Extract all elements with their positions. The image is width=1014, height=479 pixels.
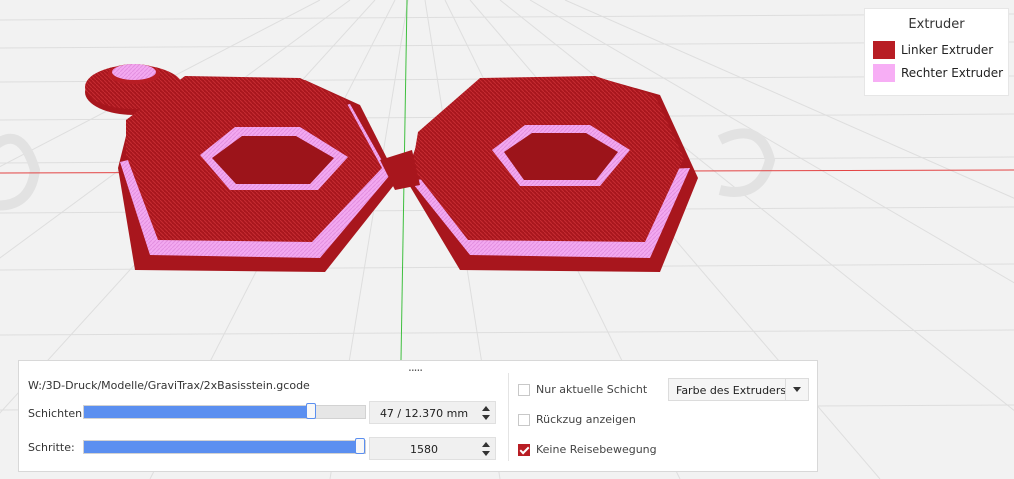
- layers-slider[interactable]: [83, 403, 366, 419]
- right-extruder-swatch: [873, 64, 895, 82]
- extruder-legend: Extruder Linker Extruder Rechter Extrude…: [864, 8, 1009, 96]
- show-retraction-label[interactable]: Rückzug anzeigen: [536, 413, 636, 426]
- dropdown-arrow-icon[interactable]: [785, 379, 808, 400]
- steps-value[interactable]: 1580: [370, 443, 478, 456]
- steps-slider-thumb[interactable]: [355, 438, 365, 454]
- steps-slider[interactable]: [83, 438, 366, 454]
- layers-label: Schichten:: [28, 407, 86, 420]
- layers-down-arrow-icon[interactable]: [482, 415, 490, 420]
- option-no-travel-moves[interactable]: Keine Reisebewegung: [518, 443, 657, 456]
- legend-title: Extruder: [908, 17, 965, 32]
- current-layer-only-checkbox[interactable]: [518, 383, 530, 396]
- steps-down-arrow-icon[interactable]: [482, 451, 490, 456]
- gcode-file-path: W:/3D-Druck/Modelle/GraviTrax/2xBasisste…: [28, 379, 310, 392]
- left-extruder-swatch: [873, 41, 895, 59]
- model-right-hexagon: [405, 76, 698, 272]
- model-left-hexagon: [118, 76, 398, 272]
- steps-slider-fill: [84, 441, 360, 453]
- no-travel-moves-label[interactable]: Keine Reisebewegung: [536, 443, 657, 456]
- legend-item-left-extruder: Linker Extruder: [873, 39, 993, 61]
- legend-label: Rechter Extruder: [901, 66, 1004, 80]
- panel-drag-handle-icon[interactable]: .....: [408, 361, 423, 373]
- panel-divider: [508, 373, 509, 461]
- preview-control-panel: ..... W:/3D-Druck/Modelle/GraviTrax/2xBa…: [18, 360, 818, 472]
- no-travel-moves-checkbox[interactable]: [518, 443, 530, 456]
- current-layer-only-label[interactable]: Nur aktuelle Schicht: [536, 383, 647, 396]
- steps-up-arrow-icon[interactable]: [482, 442, 490, 447]
- show-retraction-checkbox[interactable]: [518, 413, 530, 426]
- layers-value[interactable]: 47 / 12.370 mm: [370, 407, 478, 420]
- layers-slider-thumb[interactable]: [306, 403, 316, 419]
- steps-stepper[interactable]: [479, 439, 493, 459]
- layers-up-arrow-icon[interactable]: [482, 406, 490, 411]
- legend-label: Linker Extruder: [901, 43, 994, 57]
- layers-slider-fill: [84, 406, 311, 418]
- option-current-layer-only[interactable]: Nur aktuelle Schicht: [518, 383, 647, 396]
- steps-spinbox[interactable]: 1580: [369, 437, 496, 460]
- color-mode-dropdown[interactable]: Farbe des Extruders: [668, 378, 809, 401]
- color-mode-selected[interactable]: Farbe des Extruders: [676, 384, 786, 397]
- layers-spinbox[interactable]: 47 / 12.370 mm: [369, 401, 496, 424]
- steps-label: Schritte:: [28, 441, 75, 454]
- legend-item-right-extruder: Rechter Extruder: [873, 62, 1003, 84]
- layers-stepper[interactable]: [479, 403, 493, 423]
- option-show-retraction[interactable]: Rückzug anzeigen: [518, 413, 636, 426]
